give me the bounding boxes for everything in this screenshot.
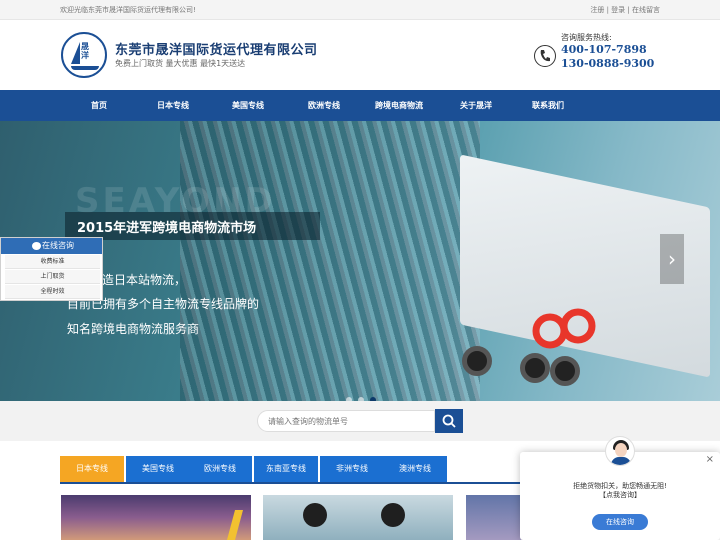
- truck-wheel-icon: [462, 346, 492, 376]
- chat-close-button[interactable]: ×: [706, 454, 714, 465]
- chat-popup: × 拒绝货物扣关，助您畅通无阻! 【点我咨询】 在线咨询: [520, 436, 720, 540]
- port-image: [180, 121, 480, 401]
- tab-australia[interactable]: 澳洲专线: [383, 456, 447, 482]
- banner-next-arrow[interactable]: ›: [660, 234, 684, 284]
- nav-item-usa[interactable]: 美国专线: [215, 90, 281, 121]
- person-image: [381, 503, 405, 527]
- tab-usa[interactable]: 美国专线: [126, 456, 190, 482]
- search-button[interactable]: [435, 409, 463, 433]
- tab-japan[interactable]: 日本专线: [60, 456, 124, 482]
- nav-item-europe[interactable]: 欧洲专线: [291, 90, 357, 121]
- nav-item-japan[interactable]: 日本专线: [140, 90, 206, 121]
- float-item-fees[interactable]: 收费标准: [5, 255, 100, 269]
- nav-item-ecommerce[interactable]: 跨境电商物流: [364, 90, 434, 121]
- person-image: [303, 503, 327, 527]
- truck-wheel-icon: [520, 353, 550, 383]
- avatar-face: [615, 443, 627, 457]
- chat-sub-message[interactable]: 【点我咨询】: [520, 490, 720, 500]
- top-sep: |: [627, 6, 630, 14]
- welcome-text: 欢迎光临东莞市晟洋国际货运代理有限公司!: [60, 6, 196, 14]
- slogan: 免费上门取货 量大优惠 最快1天送达: [115, 59, 246, 68]
- tracking-search-input[interactable]: [257, 410, 435, 432]
- tracking-search-section: [0, 401, 720, 441]
- company-logo[interactable]: 晟洋: [61, 32, 107, 78]
- tab-europe[interactable]: 欧洲专线: [188, 456, 252, 482]
- tab-africa[interactable]: 非洲专线: [320, 456, 384, 482]
- top-links: 注册 | 登录 | 在线留言: [590, 5, 660, 15]
- nav-item-contact[interactable]: 联系我们: [515, 90, 581, 121]
- site-header: 晟洋 东莞市晟洋国际货运代理有限公司 免费上门取货 量大优惠 最快1天送达 咨询…: [0, 20, 720, 90]
- hotline-label: 咨询服务热线:: [561, 33, 612, 42]
- banner-title: 2015年进军跨境电商物流市场: [77, 221, 257, 236]
- float-item-timing[interactable]: 全程时效: [5, 285, 100, 299]
- float-consult-header[interactable]: 在线咨询: [1, 238, 102, 254]
- banner-line-3: 知名跨境电商物流服务商: [67, 322, 200, 336]
- register-link[interactable]: 注册: [590, 6, 604, 14]
- company-name: 东莞市晟洋国际货运代理有限公司: [115, 43, 318, 58]
- boat-hull-icon: [71, 66, 99, 70]
- tab-southeast-asia[interactable]: 东南亚专线: [254, 456, 318, 482]
- banner-dots: [346, 388, 382, 401]
- float-item-pickup[interactable]: 上门取货: [5, 270, 100, 284]
- phone-icon: [534, 45, 556, 67]
- agent-avatar: [605, 436, 635, 466]
- banner-line-1: 造日本站物流，: [102, 273, 187, 287]
- nav-item-home[interactable]: 首页: [66, 90, 132, 121]
- main-nav: 首页 日本专线 美国专线 欧洲专线 跨境电商物流 关于晟洋 联系我们: [0, 90, 720, 121]
- nav-item-about[interactable]: 关于晟洋: [443, 90, 509, 121]
- route-card-airplane[interactable]: [61, 495, 251, 540]
- hotline-number-1: 400-107-7898: [561, 43, 647, 56]
- floating-consult-widget: 在线咨询 收费标准 上门取货 全程时效: [0, 237, 103, 301]
- search-icon: [442, 414, 456, 428]
- top-bar: 欢迎光临东莞市晟洋国际货运代理有限公司! 注册 | 登录 | 在线留言: [0, 0, 720, 20]
- chat-consult-button[interactable]: 在线咨询: [592, 514, 648, 530]
- sail-icon: [71, 42, 80, 64]
- chat-bubble-icon: [32, 242, 41, 250]
- plane-tail-icon: [226, 510, 244, 540]
- top-sep: |: [606, 6, 609, 14]
- hotline-number-2: 130-0888-9300: [561, 57, 655, 70]
- hero-banner[interactable]: SEAYOND 2015年进军跨境电商物流市场 造日本站物流， 目前已拥有多个自…: [0, 121, 720, 401]
- route-card-staff[interactable]: [263, 495, 453, 540]
- avatar-body: [611, 457, 631, 465]
- float-consult-title: 在线咨询: [42, 241, 74, 250]
- message-link[interactable]: 在线留言: [632, 6, 660, 14]
- login-link[interactable]: 登录: [611, 6, 625, 14]
- logo-text: 晟洋: [81, 42, 89, 60]
- truck-wheel-icon: [550, 356, 580, 386]
